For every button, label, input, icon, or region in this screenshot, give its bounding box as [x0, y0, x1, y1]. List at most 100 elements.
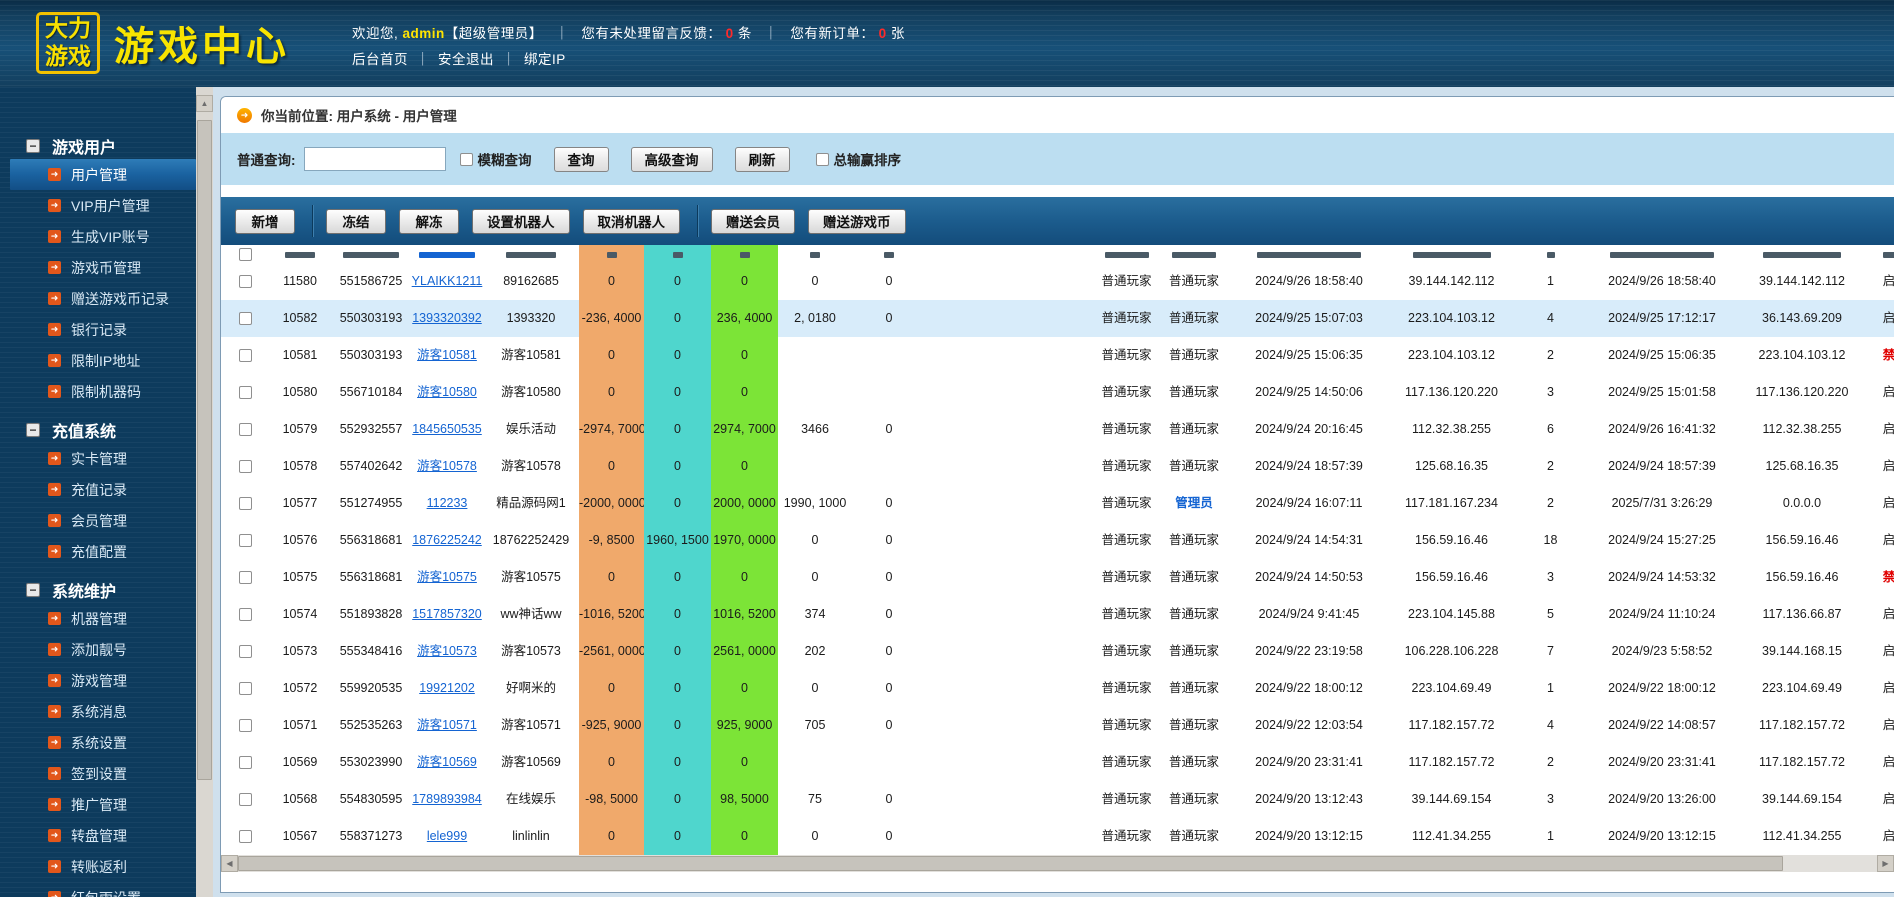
- table-row: 10581 550303193 游客10581 游客10581 0 0 0 普通玩家 普通玩家 2…: [221, 337, 1894, 374]
- cell-status: 禁: [1867, 337, 1894, 374]
- sidebar-item[interactable]: 限制IP地址: [0, 345, 196, 376]
- cell-username: 游客10580: [411, 374, 483, 411]
- sidebar-item[interactable]: 赠送游戏币记录: [0, 283, 196, 314]
- row-checkbox[interactable]: [238, 497, 252, 511]
- status-text: 启: [1882, 829, 1894, 843]
- query-button[interactable]: 查询: [553, 146, 609, 172]
- header-nav-link[interactable]: 安全退出: [438, 52, 494, 67]
- row-checkbox[interactable]: [238, 682, 252, 696]
- action-button[interactable]: 设置机器人: [472, 208, 570, 234]
- row-checkbox[interactable]: [238, 793, 252, 807]
- status-text: 启: [1882, 274, 1894, 288]
- collapse-minus-icon[interactable]: [26, 583, 40, 597]
- action-button[interactable]: 新增: [235, 208, 295, 234]
- scroll-left-icon[interactable]: [221, 855, 238, 872]
- sidebar-item[interactable]: 系统消息: [0, 696, 196, 727]
- sidebar-item[interactable]: VIP用户管理: [0, 190, 196, 221]
- username-link[interactable]: 1517857320: [412, 607, 482, 621]
- collapse-minus-icon[interactable]: [26, 423, 40, 437]
- clipped-text: [1412, 251, 1491, 258]
- arrow-icon: [48, 452, 61, 465]
- username-link[interactable]: 游客10573: [417, 644, 477, 658]
- sidebar-section-title[interactable]: 游戏用户: [0, 133, 196, 159]
- sidebar-item[interactable]: 生成VIP账号: [0, 221, 196, 252]
- sidebar-item[interactable]: 实卡管理: [0, 443, 196, 474]
- winloss-sort-checkbox[interactable]: [815, 152, 829, 166]
- query-button[interactable]: 高级查询: [630, 146, 713, 172]
- header-nav-link[interactable]: 绑定IP: [524, 52, 566, 67]
- row-checkbox[interactable]: [238, 312, 252, 326]
- row-checkbox[interactable]: [238, 645, 252, 659]
- horizontal-scrollbar-thumb[interactable]: [238, 856, 1783, 871]
- horizontal-scrollbar-track[interactable]: [1783, 855, 1877, 872]
- sidebar-item[interactable]: 转账返利: [0, 851, 196, 882]
- row-checkbox[interactable]: [238, 349, 252, 363]
- username-link[interactable]: 1789893984: [412, 792, 482, 806]
- username-link[interactable]: 游客10571: [417, 718, 477, 732]
- sidebar-item-label: 生成VIP账号: [71, 228, 150, 245]
- sidebar-item[interactable]: 游戏管理: [0, 665, 196, 696]
- username-link[interactable]: lele999: [427, 829, 467, 843]
- scroll-right-icon[interactable]: [1877, 855, 1894, 872]
- row-checkbox[interactable]: [238, 248, 252, 262]
- sidebar-item[interactable]: 红包雨设置: [0, 882, 196, 897]
- cell-checkbox: [221, 744, 269, 781]
- scroll-up-icon[interactable]: [196, 95, 213, 112]
- action-button[interactable]: 冻结: [326, 208, 386, 234]
- sidebar-section-title[interactable]: 系统维护: [0, 577, 196, 603]
- username-link[interactable]: 游客10581: [417, 348, 477, 362]
- username-link[interactable]: 游客10580: [417, 385, 477, 399]
- sidebar-item[interactable]: 添加靓号: [0, 634, 196, 665]
- horizontal-scrollbar[interactable]: [221, 855, 1894, 872]
- sidebar-item[interactable]: 游戏币管理: [0, 252, 196, 283]
- action-button[interactable]: 赠送会员: [711, 208, 795, 234]
- username-link[interactable]: YLAIKK1211: [412, 274, 483, 288]
- username-link[interactable]: 游客10578: [417, 459, 477, 473]
- row-checkbox[interactable]: [238, 275, 252, 289]
- username-link[interactable]: 19921202: [419, 681, 475, 695]
- sidebar-item[interactable]: 转盘管理: [0, 820, 196, 851]
- row-checkbox[interactable]: [238, 719, 252, 733]
- row-checkbox[interactable]: [238, 423, 252, 437]
- action-button[interactable]: 赠送游戏币: [808, 208, 906, 234]
- query-button[interactable]: 刷新: [734, 146, 790, 172]
- row-checkbox[interactable]: [238, 460, 252, 474]
- username-link[interactable]: 112233: [427, 496, 468, 510]
- sidebar-item[interactable]: 限制机器码: [0, 376, 196, 407]
- cell-bank: 0: [644, 707, 711, 744]
- username-link[interactable]: 游客10575: [417, 570, 477, 584]
- sidebar-item[interactable]: 会员管理: [0, 505, 196, 536]
- username-link[interactable]: 1845650535: [412, 422, 482, 436]
- sidebar-scrollbar[interactable]: [196, 87, 213, 897]
- row-checkbox[interactable]: [238, 571, 252, 585]
- cell-status: 启: [1867, 485, 1894, 522]
- sidebar-item[interactable]: 机器管理: [0, 603, 196, 634]
- cell-role: 普通玩家: [1101, 792, 1152, 806]
- sidebar-item[interactable]: 用户管理: [10, 159, 196, 190]
- cell-role: 普通玩家: [1101, 385, 1152, 399]
- sidebar-item[interactable]: 签到设置: [0, 758, 196, 789]
- row-checkbox[interactable]: [238, 608, 252, 622]
- sidebar-section-title[interactable]: 充值系统: [0, 417, 196, 443]
- username-link[interactable]: 游客10569: [417, 755, 477, 769]
- action-button[interactable]: 取消机器人: [582, 208, 680, 234]
- sidebar-scrollbar-thumb[interactable]: [197, 120, 212, 780]
- sidebar-item[interactable]: 银行记录: [0, 314, 196, 345]
- username-link[interactable]: 1393320392: [412, 311, 482, 325]
- row-checkbox[interactable]: [238, 830, 252, 844]
- sidebar-item[interactable]: 推广管理: [0, 789, 196, 820]
- row-checkbox[interactable]: [238, 386, 252, 400]
- action-button[interactable]: 解冻: [399, 208, 459, 234]
- row-checkbox[interactable]: [238, 534, 252, 548]
- username-link[interactable]: 1876225242: [412, 533, 482, 547]
- cell-last-login-time: 2024/9/23 5:58:52: [1611, 644, 1713, 658]
- fuzzy-query-checkbox[interactable]: [459, 152, 473, 166]
- row-checkbox[interactable]: [238, 756, 252, 770]
- collapse-minus-icon[interactable]: [26, 139, 40, 153]
- header-nav-link[interactable]: 后台首页: [352, 52, 408, 67]
- search-input[interactable]: [303, 147, 446, 171]
- sidebar-item[interactable]: 系统设置: [0, 727, 196, 758]
- sidebar-item[interactable]: 充值记录: [0, 474, 196, 505]
- feedback-unit: 条: [737, 26, 752, 41]
- sidebar-item[interactable]: 充值配置: [0, 536, 196, 567]
